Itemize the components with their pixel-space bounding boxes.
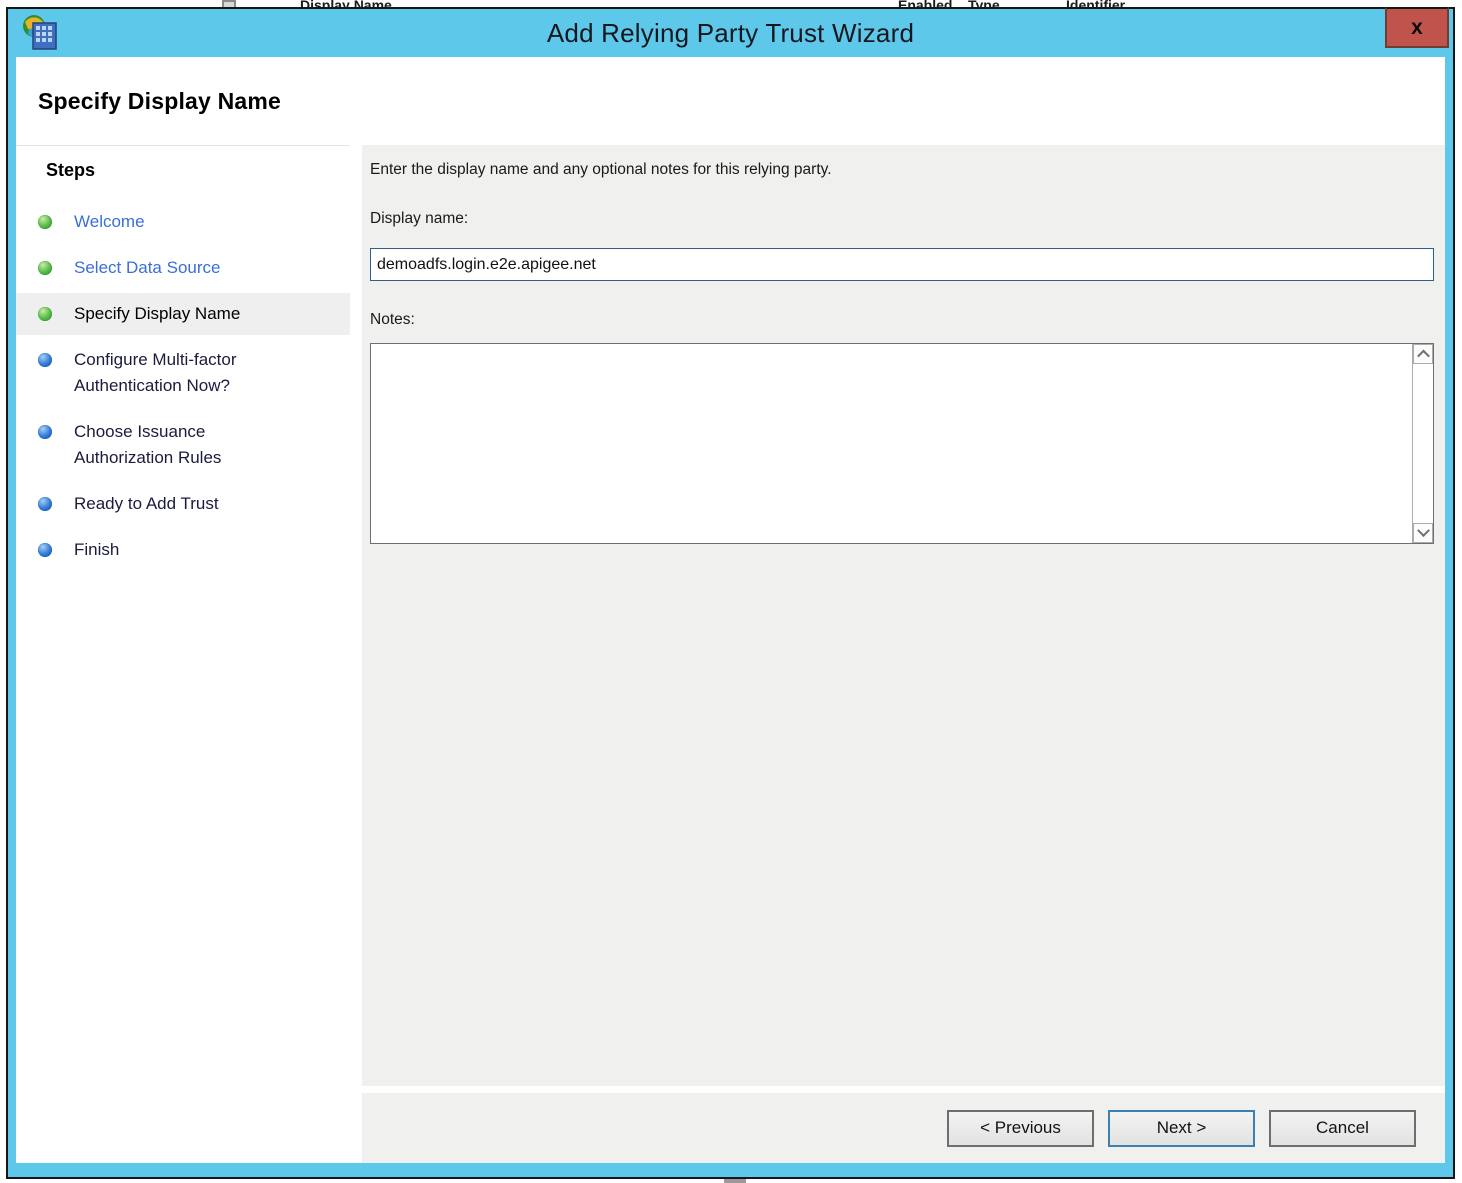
previous-button[interactable]: < Previous [947,1110,1094,1147]
sidebar-item-configure-mfa: Configure Multi-factor Authentication No… [16,347,350,399]
cancel-button[interactable]: Cancel [1269,1110,1416,1147]
bullet-cell [16,491,74,517]
button-bar: < Previous Next > Cancel [362,1093,1445,1163]
close-icon: x [1411,16,1423,40]
step-pending-icon [38,543,52,557]
bullet-cell [16,255,74,281]
adfs-wizard-icon [20,14,58,51]
sidebar-item-choose-issuance-rules: Choose Issuance Authorization Rules [16,419,350,471]
page-header: Specify Display Name [16,57,1445,145]
step-completed-icon [38,261,52,275]
notes-textarea[interactable] [371,344,1412,543]
page-title: Specify Display Name [38,88,281,115]
sidebar-item-welcome[interactable]: Welcome [16,209,350,235]
scroll-up-button[interactable] [1413,344,1433,364]
steps-title: Steps [46,160,350,181]
step-label: Specify Display Name [74,301,274,327]
step-label: Ready to Add Trust [74,491,274,517]
add-relying-party-trust-wizard-dialog: Add Relying Party Trust Wizard x Specify… [6,7,1455,1179]
scroll-down-button[interactable] [1413,523,1433,543]
step-pending-icon [38,497,52,511]
notes-field-frame [370,343,1434,544]
sidebar-item-ready-to-add-trust: Ready to Add Trust [16,491,350,517]
window-title: Add Relying Party Trust Wizard [8,18,1453,49]
sidebar-divider [350,145,362,1086]
steps-sidebar: Steps Welcome Select Data Source Specify… [16,145,350,1086]
step-label: Finish [74,537,274,563]
next-button[interactable]: Next > [1108,1110,1255,1147]
step-label: Select Data Source [74,255,274,281]
footer-divider [362,1086,1445,1093]
step-completed-icon [38,215,52,229]
step-current-icon [38,307,52,321]
chevron-up-icon [1417,349,1430,362]
steps-list: Welcome Select Data Source Specify Displ… [16,209,350,563]
step-label: Choose Issuance Authorization Rules [74,419,274,471]
wizard-window-body: Specify Display Name Steps Welcome Selec… [16,57,1445,1163]
sidebar-item-select-data-source[interactable]: Select Data Source [16,255,350,281]
sidebar-item-finish: Finish [16,537,350,563]
display-name-input[interactable] [370,248,1434,281]
bullet-cell [16,347,74,399]
instruction-text: Enter the display name and any optional … [370,161,1434,179]
step-label: Configure Multi-factor Authentication No… [74,347,274,399]
sidebar-item-specify-display-name: Specify Display Name [16,293,350,335]
step-label: Welcome [74,209,274,235]
main-panel: Enter the display name and any optional … [362,145,1445,1086]
display-name-label: Display name: [370,210,1434,228]
notes-scrollbar[interactable] [1412,344,1433,543]
close-button[interactable]: x [1385,7,1449,48]
bullet-cell [16,209,74,235]
chevron-down-icon [1417,524,1430,537]
step-pending-icon [38,353,52,367]
notes-label: Notes: [370,311,1434,329]
step-pending-icon [38,425,52,439]
titlebar: Add Relying Party Trust Wizard x [8,9,1453,57]
bullet-cell [16,537,74,563]
bullet-cell [16,419,74,471]
content-row: Steps Welcome Select Data Source Specify… [16,145,1445,1086]
bullet-cell [16,301,74,327]
